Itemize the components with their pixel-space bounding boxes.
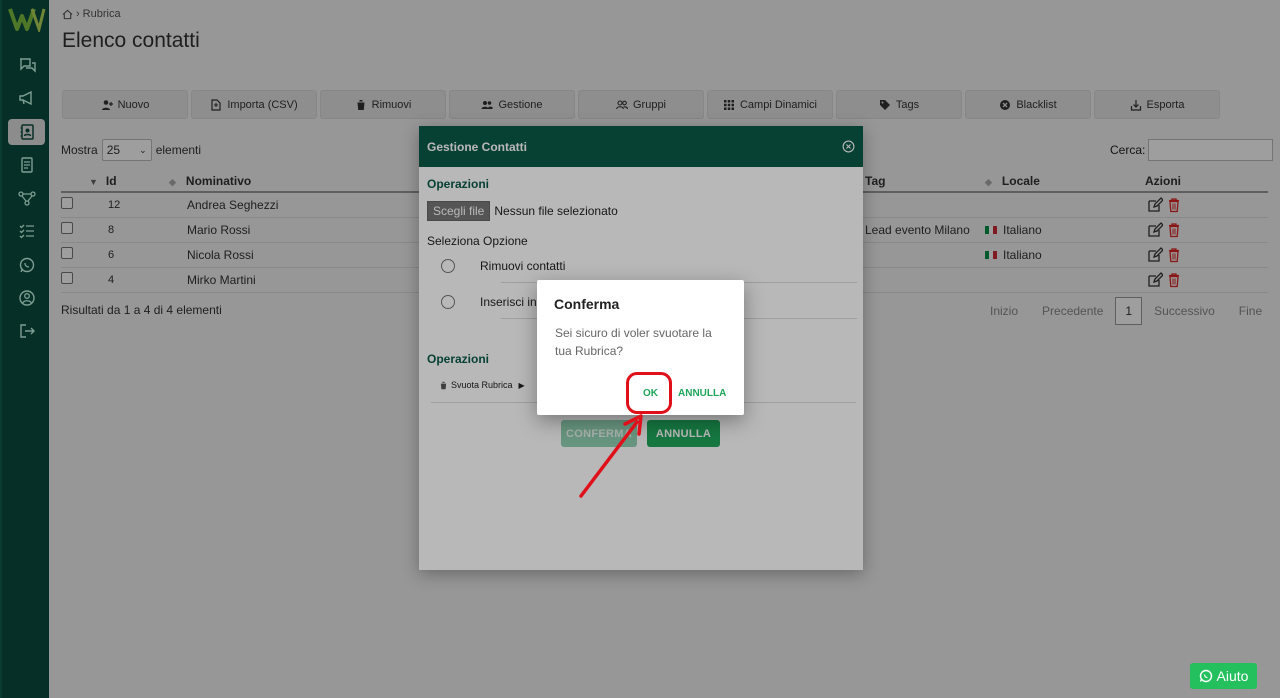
- arrow-annotation-icon: [579, 414, 643, 498]
- whatsapp-icon: [1199, 669, 1212, 683]
- ok-highlight-annotation: [626, 372, 672, 414]
- dialog-title: Conferma: [554, 296, 620, 312]
- dialog-message: Sei sicuro di voler svuotare la tua Rubr…: [555, 326, 712, 358]
- dialog-annulla-button[interactable]: ANNULLA: [678, 388, 726, 399]
- help-button[interactable]: Aiuto: [1190, 663, 1257, 689]
- help-label: Aiuto: [1216, 668, 1249, 684]
